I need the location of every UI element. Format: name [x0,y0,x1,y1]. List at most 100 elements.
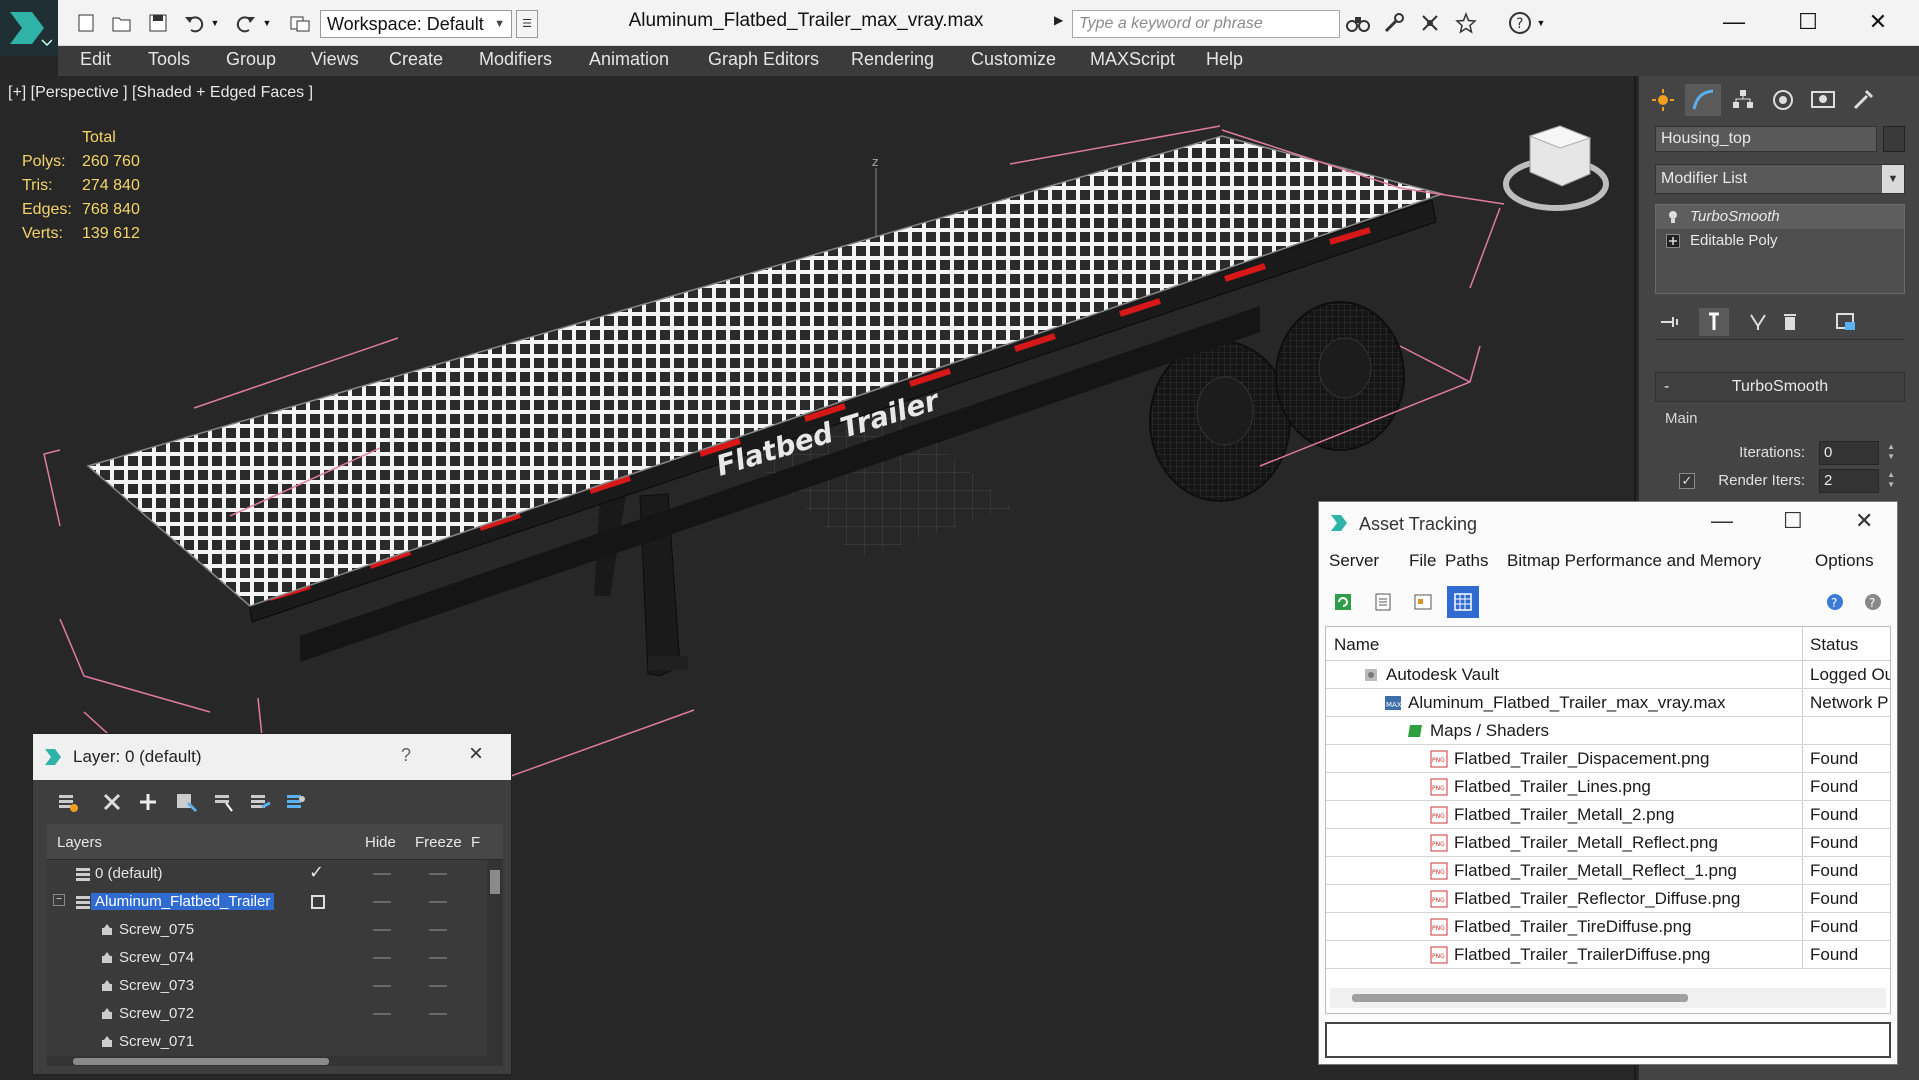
layer-row-object[interactable]: Screw_075 [47,916,479,944]
current-layer-check-icon[interactable]: ✓ [309,862,324,883]
menu-options[interactable]: Options [1815,551,1874,571]
hierarchy-tab-icon[interactable] [1725,84,1761,116]
thumbnail-view-icon[interactable] [1407,586,1439,618]
spinner-arrows-icon[interactable]: ▲ ▼ [1887,470,1895,490]
stack-item-editable-poly[interactable]: Editable Poly [1656,229,1904,253]
hide-toggle[interactable] [373,873,391,875]
layer-row-object[interactable]: Screw_071 [47,1028,479,1056]
pin-stack-icon[interactable] [1655,308,1685,336]
maximize-icon[interactable]: ☐ [1783,508,1803,534]
menu-edit[interactable]: Edit [80,49,111,70]
menu-paths[interactable]: Paths [1445,551,1488,571]
refresh-icon[interactable] [1327,586,1359,618]
menu-server[interactable]: Server [1329,551,1379,571]
viewcube[interactable] [1503,125,1609,211]
freeze-toggle[interactable] [429,957,447,959]
help-icon[interactable]: ? [401,745,411,766]
column-header-freeze[interactable]: Freeze [415,834,462,851]
project-folder-icon[interactable] [286,10,314,36]
search-input[interactable] [1072,10,1340,38]
modify-tab-icon[interactable] [1685,84,1721,116]
hide-toggle[interactable] [373,1013,391,1015]
lightbulb-icon[interactable] [1666,210,1680,224]
hide-toggle[interactable] [373,929,391,931]
select-layer-objects-icon[interactable] [171,788,201,816]
menu-bitmap-performance[interactable]: Bitmap Performance and Memory [1507,551,1761,571]
new-file-icon[interactable] [72,10,100,36]
modifier-list-dropdown[interactable]: Modifier List ▼ [1655,164,1905,194]
viewport-label[interactable]: [+] [Perspective ] [Shaded + Edged Faces… [8,84,313,102]
scrollbar-thumb[interactable] [490,870,500,894]
remove-modifier-icon[interactable] [1775,308,1805,336]
asset-row-vault[interactable]: Autodesk Vault Logged Ou [1326,661,1890,689]
set-current-layer-icon[interactable] [245,788,275,816]
delete-layer-icon[interactable] [97,788,127,816]
menu-animation[interactable]: Animation [589,49,669,70]
undo-dropdown-icon[interactable]: ▼ [208,10,222,36]
minimize-icon[interactable]: — [1711,508,1733,534]
hide-toggle[interactable] [373,957,391,959]
object-color-swatch[interactable] [1883,126,1905,152]
app-logo-icon[interactable] [0,0,58,56]
asset-row-bitmap[interactable]: PNG Flatbed_Trailer_Reflector_Diffuse.pn… [1326,885,1890,913]
configure-sets-icon[interactable] [1831,308,1861,336]
layer-properties-icon[interactable] [281,788,311,816]
create-tab-icon[interactable] [1645,84,1681,116]
layer-vertical-scrollbar[interactable] [487,860,503,1066]
rollout-header[interactable]: - TurboSmooth [1655,372,1905,402]
layer-row-object[interactable]: Screw_073 [47,972,479,1000]
object-name-field[interactable]: Housing_top [1655,126,1877,152]
context-help-icon[interactable]: ? [1857,586,1889,618]
hide-toggle[interactable] [373,901,391,903]
motion-tab-icon[interactable] [1765,84,1801,116]
freeze-toggle[interactable] [429,1013,447,1015]
close-icon[interactable]: ✕ [1855,508,1873,534]
menu-modifiers[interactable]: Modifiers [479,49,552,70]
maximize-icon[interactable]: ☐ [1778,2,1838,42]
stack-item-turbosmooth[interactable]: TurboSmooth [1656,205,1904,229]
list-view-icon[interactable] [1367,586,1399,618]
asset-row-bitmap[interactable]: PNG Flatbed_Trailer_Lines.png Found [1326,773,1890,801]
redo-dropdown-icon[interactable]: ▼ [260,10,274,36]
menu-customize[interactable]: Customize [971,49,1056,70]
help-icon[interactable]: ? [1506,10,1534,36]
asset-row-bitmap[interactable]: PNG Flatbed_Trailer_Metall_Reflect_1.png… [1326,857,1890,885]
workspace-select[interactable]: Workspace: Default ▼ [320,10,512,38]
column-header-render[interactable]: F [471,834,480,851]
redo-icon[interactable] [232,10,260,36]
show-end-result-icon[interactable] [1699,308,1729,336]
display-tab-icon[interactable] [1805,84,1841,116]
close-icon[interactable]: ✕ [1848,2,1908,42]
workspace-menu-button[interactable]: ☰ [516,10,538,38]
menu-rendering[interactable]: Rendering [851,49,934,70]
search-expand-icon[interactable]: ▶ [1054,13,1072,35]
column-header-name[interactable]: Name [1334,635,1379,655]
tools-icon[interactable] [1380,10,1408,36]
asset-path-field[interactable] [1325,1022,1891,1058]
asset-horizontal-scrollbar[interactable] [1330,988,1886,1008]
column-header-hide[interactable]: Hide [365,834,396,851]
asset-row-bitmap[interactable]: PNG Flatbed_Trailer_Metall_Reflect.png F… [1326,829,1890,857]
menu-views[interactable]: Views [311,49,359,70]
help-dropdown-icon[interactable]: ▼ [1534,10,1548,36]
layer-horizontal-scrollbar[interactable] [47,1056,487,1066]
menu-create[interactable]: Create [389,49,443,70]
asset-row-maps-shaders[interactable]: Maps / Shaders [1326,717,1890,745]
layer-row-object[interactable]: Screw_072 [47,1000,479,1028]
freeze-toggle[interactable] [429,901,447,903]
freeze-toggle[interactable] [429,873,447,875]
menu-file[interactable]: File [1409,551,1436,571]
column-header-layers[interactable]: Layers [57,834,102,851]
freeze-toggle[interactable] [429,929,447,931]
add-to-layer-icon[interactable] [133,788,163,816]
save-file-icon[interactable] [144,10,172,36]
menu-tools[interactable]: Tools [148,49,190,70]
utilities-tab-icon[interactable] [1845,84,1881,116]
highlight-selected-icon[interactable] [209,788,239,816]
create-layer-icon[interactable] [53,788,83,816]
asset-row-max-file[interactable]: MAX Aluminum_Flatbed_Trailer_max_vray.ma… [1326,689,1890,717]
asset-row-bitmap[interactable]: PNG Flatbed_Trailer_Metall_2.png Found [1326,801,1890,829]
binoculars-icon[interactable] [1344,10,1372,36]
minimize-icon[interactable]: — [1704,2,1764,42]
asset-row-bitmap[interactable]: PNG Flatbed_Trailer_TrailerDiffuse.png F… [1326,941,1890,969]
